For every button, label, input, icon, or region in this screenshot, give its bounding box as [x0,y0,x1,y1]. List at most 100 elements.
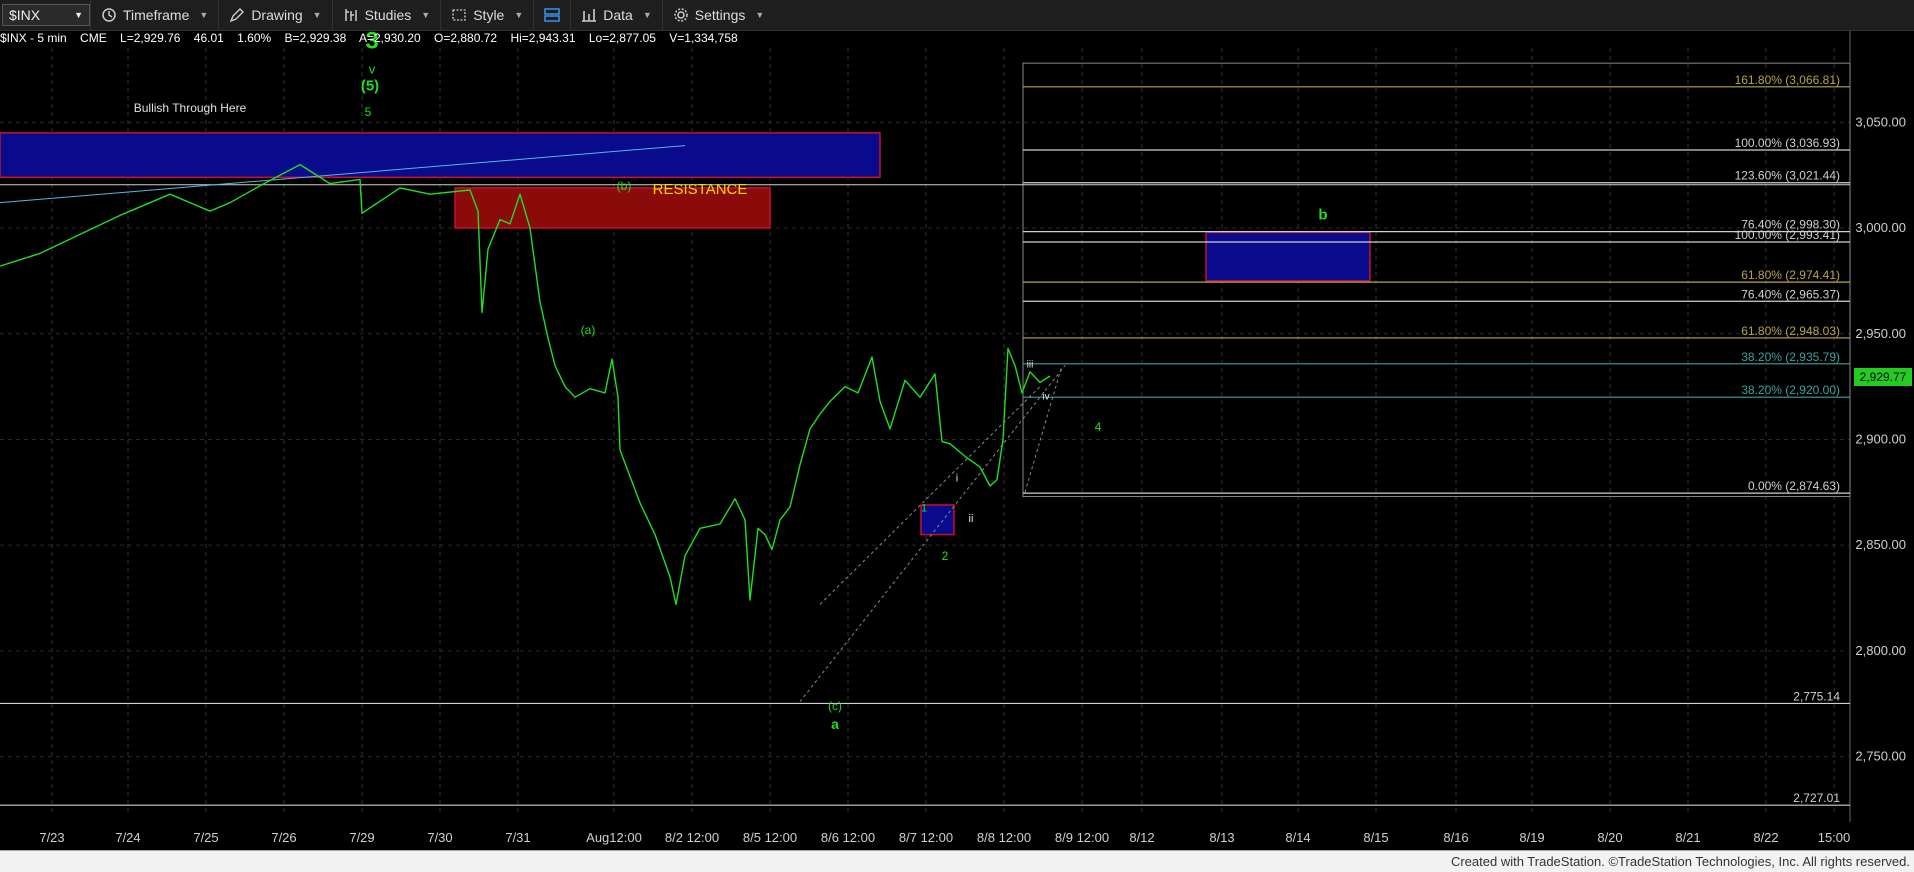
style-label: Style [473,7,505,23]
wave-label: a [831,716,839,732]
level-label: 38.20% (2,935.79) [1741,350,1840,364]
x-tick-label: 7/26 [271,830,296,845]
y-tick-label: 2,850.00 [1855,537,1906,552]
x-tick-label: 8/20 [1597,830,1622,845]
bullish-zone [0,132,881,179]
y-tick-label: 2,750.00 [1855,749,1906,764]
x-tick-label: 8/14 [1285,830,1310,845]
data-label: Data [603,7,633,23]
level-label: 76.40% (2,965.37) [1741,287,1840,301]
studies-label: Studies [364,7,412,23]
x-tick-label: 7/30 [427,830,452,845]
x-tick-label: 8/16 [1443,830,1468,845]
status-symbol: $INX - 5 min [0,31,67,45]
x-tick-label: 15:00 [1818,830,1851,845]
x-tick-label: 8/13 [1209,830,1234,845]
chevron-down-icon[interactable]: ▼ [74,10,83,20]
level-label: 38.20% (2,920.00) [1741,383,1840,397]
x-tick-label: 8/15 [1363,830,1388,845]
symbol-input[interactable]: $INX ▼ [2,4,90,26]
x-tick-label: 8/7 12:00 [899,830,953,845]
settings-label: Settings [694,7,746,23]
bar-chart-icon [582,9,597,22]
status-pct: 1.60% [237,31,272,45]
wave-label: i [956,473,958,485]
x-tick-label: 7/25 [193,830,218,845]
wave-label: 1 [921,502,927,514]
last-price-tag: 2,929.77 [1854,367,1912,386]
level-label: 61.80% (2,974.41) [1741,268,1840,282]
drawing-button[interactable]: Drawing ▼ [218,0,331,30]
wave-label: (b) [617,179,632,193]
x-tick-label: 8/19 [1519,830,1544,845]
x-tick-label: 8/8 12:00 [977,830,1031,845]
status-bid: B=2,929.38 [284,31,347,45]
x-tick-label: 7/31 [505,830,530,845]
price-axis [1850,30,1914,822]
y-tick-label: 2,950.00 [1855,326,1906,341]
wave-label: iv [1042,391,1049,402]
x-tick-label: 8/12 [1129,830,1154,845]
x-tick-label: 7/29 [349,830,374,845]
style-button[interactable]: Style ▼ [440,0,533,30]
style-icon [452,9,466,21]
level-label: 61.80% (2,948.03) [1741,324,1840,338]
level-label: 2,727.01 [1793,791,1840,805]
target-zone-b [1205,231,1371,282]
wave-label: b [1318,207,1327,224]
wave-label: v [369,62,376,77]
pencil-icon [230,8,245,23]
wave-label: (c) [828,699,842,713]
x-tick-label: 8/5 12:00 [743,830,797,845]
clock-icon [102,8,116,22]
x-tick-label: 7/24 [115,830,140,845]
status-last: L=2,929.76 [120,31,181,45]
toolbar: $INX ▼ Timeframe ▼ Drawing ▼ Studies ▼ Styl… [0,0,1914,31]
gear-icon [674,8,688,22]
wave-label: ii [969,513,974,525]
x-tick-label: 7/23 [39,830,64,845]
wave-label: Bullish Through Here [134,101,247,115]
level-label: 123.60% (3,021.44) [1735,169,1840,183]
x-tick-label: Aug12:00 [586,830,642,845]
footer: Created with TradeStation. ©TradeStation… [0,850,1914,872]
wave-label: iii [1027,360,1034,371]
wave-label: 2 [942,549,949,563]
wave-label: 5 [365,105,372,119]
price-chart[interactable]: 7/23 7/24 7/25 7/26 7/29 7/30 7/31 Aug12:00 8/2 … [0,0,1914,872]
status-ask: A=2,930.20 [358,31,421,45]
level-label: 0.00% (2,874.63) [1748,479,1840,493]
status-low: Lo=2,877.05 [588,31,656,45]
settings-button[interactable]: Settings ▼ [661,0,775,30]
wave-label: (5) [361,78,379,95]
status-change: 46.01 [193,31,224,45]
x-tick-label: 8/2 12:00 [665,830,719,845]
data-button[interactable]: Data ▼ [570,0,662,30]
timeframe-button[interactable]: Timeframe ▼ [90,0,218,30]
status-exchange: CME [80,31,107,45]
level-label: 2,775.14 [1793,689,1840,703]
y-tick-label: 3,000.00 [1855,220,1906,235]
layout-icon [544,8,561,22]
studies-button[interactable]: Studies ▼ [331,0,441,30]
level-label: 161.80% (3,066.81) [1735,73,1840,87]
x-tick-label: 8/6 12:00 [821,830,875,845]
y-tick-label: 2,800.00 [1855,643,1906,658]
layout-button[interactable] [533,0,570,30]
y-tick-label: 2,900.00 [1855,431,1906,446]
y-tick-label: 3,050.00 [1855,114,1906,129]
wave-label: RESISTANCE [653,181,748,198]
status-high: Hi=2,943.31 [510,31,576,45]
timeframe-label: Timeframe [123,7,190,23]
x-tick-label: 8/22 [1753,830,1778,845]
x-tick-label: 8/9 12:00 [1055,830,1109,845]
level-label: 100.00% (2,993.41) [1735,228,1840,242]
status-open: O=2,880.72 [434,31,498,45]
wave-label: (a) [581,323,596,337]
status-line: $INX - 5 min CME L=2,929.76 46.01 1.60% … [0,31,748,47]
x-tick-label: 8/21 [1675,830,1700,845]
wave-label: 4 [1095,420,1102,434]
level-label: 100.00% (3,036.93) [1735,136,1840,150]
status-volume: V=1,334,758 [669,31,738,45]
drawing-label: Drawing [251,7,303,23]
